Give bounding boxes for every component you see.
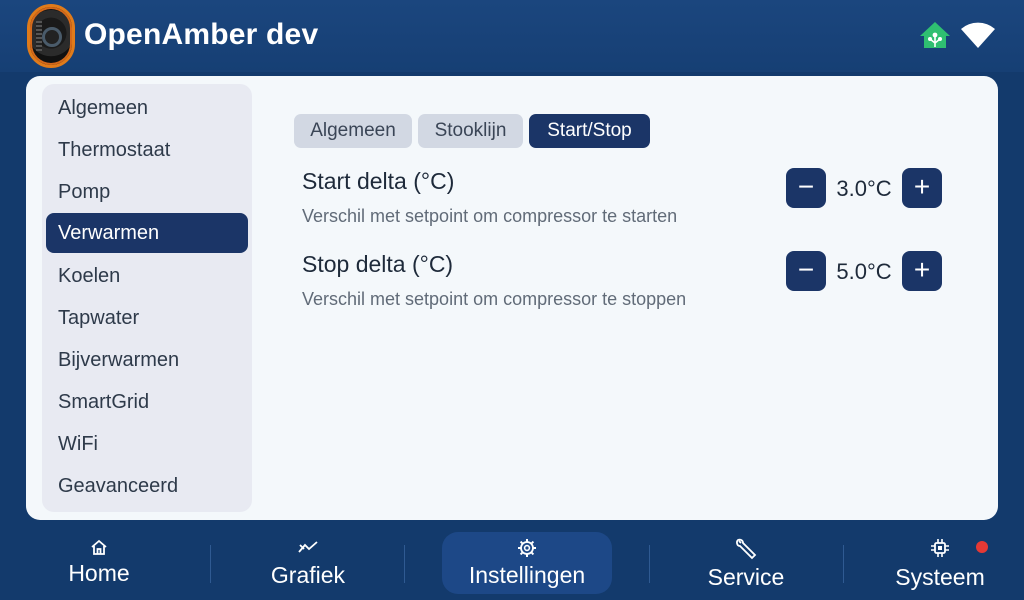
nav-home[interactable]: Home xyxy=(20,532,178,594)
start-delta-value: 3.0°C xyxy=(836,176,892,201)
nav-instellingen[interactable]: Instellingen xyxy=(442,532,612,594)
app-header: OpenAmber dev xyxy=(0,0,1024,72)
nav-service-label: Service xyxy=(707,564,785,590)
sidebar-item-thermostaat[interactable]: Thermostaat xyxy=(46,130,248,170)
nav-divider xyxy=(210,545,211,583)
sidebar-item-pomp[interactable]: Pomp xyxy=(46,172,248,212)
nav-divider xyxy=(404,545,405,583)
wifi-icon[interactable] xyxy=(960,20,996,50)
gear-icon xyxy=(518,539,536,557)
sidebar-item-tapwater[interactable]: Tapwater xyxy=(46,298,248,338)
chart-icon xyxy=(298,541,318,553)
stop-delta-title: Stop delta (°C) xyxy=(302,251,454,277)
nav-grafiek-label: Grafiek xyxy=(270,562,346,588)
tab-stooklijn[interactable]: Stooklijn xyxy=(418,114,523,148)
tab-algemeen[interactable]: Algemeen xyxy=(294,114,412,148)
home-icon xyxy=(91,539,107,555)
stop-delta-value: 5.0°C xyxy=(836,259,892,284)
nav-home-label: Home xyxy=(68,560,130,586)
sidebar-item-koelen[interactable]: Koelen xyxy=(46,256,248,296)
wrench-icon xyxy=(736,538,757,560)
nav-instellingen-label: Instellingen xyxy=(468,562,586,588)
tab-start-stop[interactable]: Start/Stop xyxy=(529,114,650,148)
sidebar-item-bijverwarmen[interactable]: Bijverwarmen xyxy=(46,340,248,380)
sidebar-item-smartgrid[interactable]: SmartGrid xyxy=(46,382,248,422)
stop-delta-description: Verschil met setpoint om compressor te s… xyxy=(302,289,687,309)
system-alert-dot xyxy=(976,541,988,553)
chip-icon xyxy=(931,539,949,557)
nav-systeem[interactable]: Systeem xyxy=(866,532,1014,594)
app-title: OpenAmber dev xyxy=(84,18,319,51)
nav-systeem-label: Systeem xyxy=(895,564,985,590)
nav-divider xyxy=(843,545,844,583)
sidebar-item-verwarmen[interactable]: Verwarmen xyxy=(46,213,248,253)
nav-grafiek[interactable]: Grafiek xyxy=(230,532,386,594)
sidebar-item-algemeen[interactable]: Algemeen xyxy=(46,88,248,128)
nav-service[interactable]: Service xyxy=(668,532,824,594)
app-logo xyxy=(27,4,75,68)
stop-delta-decrease-button[interactable]: − xyxy=(786,251,826,291)
logo-fan xyxy=(42,27,62,47)
sidebar-item-geavanceerd[interactable]: Geavanceerd xyxy=(46,466,248,506)
start-delta-title: Start delta (°C) xyxy=(302,168,455,194)
settings-panel: Algemeen Thermostaat Pomp Verwarmen Koel… xyxy=(26,76,998,520)
nav-divider xyxy=(649,545,650,583)
home-assistant-icon[interactable] xyxy=(918,20,952,50)
start-delta-description: Verschil met setpoint om compressor te s… xyxy=(302,206,678,226)
start-delta-increase-button[interactable]: + xyxy=(902,168,942,208)
start-delta-decrease-button[interactable]: − xyxy=(786,168,826,208)
sidebar-item-wifi[interactable]: WiFi xyxy=(46,424,248,464)
stop-delta-increase-button[interactable]: + xyxy=(902,251,942,291)
settings-sidebar: Algemeen Thermostaat Pomp Verwarmen Koel… xyxy=(42,84,252,512)
